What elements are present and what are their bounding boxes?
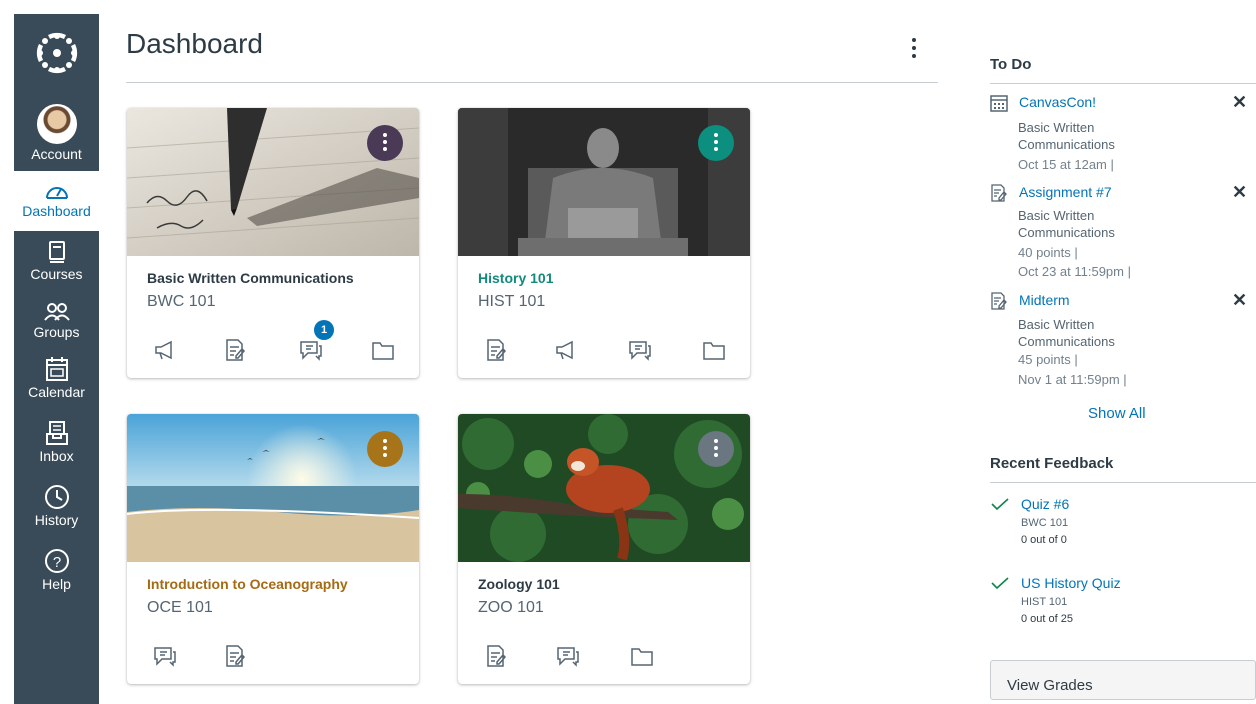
courses-icon (48, 241, 65, 263)
card-actions (127, 644, 419, 674)
assignments-icon[interactable] (484, 338, 508, 362)
global-nav: Account Dashboard Courses Groups Calenda… (14, 14, 99, 704)
view-grades-button[interactable]: View Grades (990, 660, 1256, 700)
account-avatar (36, 104, 77, 144)
nav-item-calendar[interactable]: Calendar (14, 356, 99, 416)
files-icon[interactable] (371, 338, 395, 362)
discussions-icon[interactable] (153, 644, 177, 668)
calendar-icon (45, 357, 68, 381)
files-icon[interactable] (702, 338, 726, 362)
announcements-icon[interactable] (153, 338, 177, 362)
course-code: OCE 101 (147, 599, 213, 616)
assignment-icon (991, 184, 1007, 202)
feedback-course: BWC 101 (1021, 517, 1069, 529)
course-code: ZOO 101 (478, 599, 544, 616)
todo-heading: To Do (990, 56, 1032, 73)
nav-item-label: Account (31, 146, 82, 162)
todo-title-link[interactable]: Assignment #7 (1019, 184, 1112, 200)
recent-feedback-heading: Recent Feedback (990, 455, 1114, 472)
card-options-menu-icon[interactable] (367, 431, 403, 467)
calendar-event-icon (990, 95, 1008, 112)
dismiss-todo-icon[interactable]: ✕ (1232, 92, 1247, 113)
feedback-score: 0 out of 25 (1021, 613, 1073, 625)
history-icon (44, 485, 69, 509)
assignments-icon[interactable] (484, 644, 508, 668)
course-card[interactable]: History 101 HIST 101 (458, 108, 750, 378)
nav-item-courses[interactable]: Courses (14, 240, 99, 296)
nav-item-label: Groups (33, 324, 80, 340)
feedback-title-link[interactable]: US History Quiz (1021, 575, 1121, 591)
nav-item-history[interactable]: History (14, 484, 99, 540)
feedback-divider (990, 482, 1256, 483)
course-code: HIST 101 (478, 293, 546, 310)
nav-item-label: Dashboard (22, 203, 91, 219)
course-card[interactable]: Introduction to Oceanography OCE 101 (127, 414, 419, 684)
dashboard-options-menu-icon[interactable] (904, 36, 924, 62)
groups-icon (43, 303, 70, 321)
nav-item-label: Help (42, 576, 71, 592)
nav-item-dashboard[interactable]: Dashboard (14, 171, 99, 231)
files-icon[interactable] (630, 644, 654, 668)
nav-item-label: History (34, 512, 79, 528)
checkmark-icon (991, 498, 1009, 511)
checkmark-icon (991, 577, 1009, 590)
todo-divider (990, 83, 1256, 84)
course-title[interactable]: Basic Written Communications (147, 270, 354, 286)
todo-course: Basic Written (1018, 317, 1095, 332)
announcements-icon[interactable] (554, 338, 578, 362)
assignments-icon[interactable] (223, 644, 247, 668)
course-card[interactable]: Zoology 101 ZOO 101 (458, 414, 750, 684)
nav-item-label: Calendar (28, 384, 85, 400)
page-title: Dashboard (126, 28, 263, 59)
nav-item-groups[interactable]: Groups (14, 302, 99, 358)
course-card[interactable]: Basic Written Communications BWC 101 1 (127, 108, 419, 378)
course-title[interactable]: Introduction to Oceanography (147, 576, 348, 592)
dismiss-todo-icon[interactable]: ✕ (1232, 290, 1247, 311)
todo-detail: Oct 23 at 11:59pm | (1018, 264, 1131, 279)
nav-item-account[interactable]: Account (14, 104, 99, 170)
todo-course: Basic Written (1018, 208, 1095, 223)
todo-course: Communications (1018, 225, 1115, 240)
course-title[interactable]: Zoology 101 (478, 576, 560, 592)
dismiss-todo-icon[interactable]: ✕ (1232, 182, 1247, 203)
discussions-icon[interactable] (299, 338, 323, 362)
card-actions (458, 338, 750, 368)
svg-text:?: ? (52, 554, 60, 571)
nav-item-help[interactable]: ? Help (14, 548, 99, 604)
discussions-icon[interactable] (556, 644, 580, 668)
todo-title-link[interactable]: CanvasCon! (1019, 94, 1096, 110)
course-code: BWC 101 (147, 293, 216, 310)
todo-detail: Nov 1 at 11:59pm | (1018, 372, 1127, 387)
card-options-menu-icon[interactable] (698, 125, 734, 161)
nav-item-inbox[interactable]: Inbox (14, 420, 99, 478)
dashboard-icon (45, 187, 68, 199)
todo-detail: 45 points | (1018, 352, 1078, 367)
unread-discussion-badge: 1 (314, 320, 334, 340)
inbox-icon (45, 421, 68, 445)
todo-course: Communications (1018, 334, 1115, 349)
card-actions: 1 (127, 320, 419, 368)
card-options-menu-icon[interactable] (698, 431, 734, 467)
nav-item-label: Inbox (39, 448, 74, 464)
todo-detail: Oct 15 at 12am | (1018, 157, 1114, 172)
nav-item-label: Courses (30, 266, 83, 282)
card-actions (458, 644, 750, 674)
todo-course: Communications (1018, 137, 1115, 152)
feedback-course: HIST 101 (1021, 596, 1068, 608)
card-options-menu-icon[interactable] (367, 125, 403, 161)
assignments-icon[interactable] (223, 338, 247, 362)
canvas-logo-icon[interactable] (34, 30, 80, 76)
discussions-icon[interactable] (628, 338, 652, 362)
feedback-title-link[interactable]: Quiz #6 (1021, 496, 1069, 512)
todo-course: Basic Written (1018, 120, 1095, 135)
course-title[interactable]: History 101 (478, 270, 553, 286)
help-icon: ? (44, 549, 69, 573)
todo-detail: 40 points | (1018, 245, 1078, 260)
header-divider (126, 82, 938, 83)
show-all-link[interactable]: Show All (1088, 405, 1146, 422)
assignment-icon (991, 292, 1007, 310)
todo-title-link[interactable]: Midterm (1019, 292, 1070, 308)
feedback-score: 0 out of 0 (1021, 534, 1067, 546)
